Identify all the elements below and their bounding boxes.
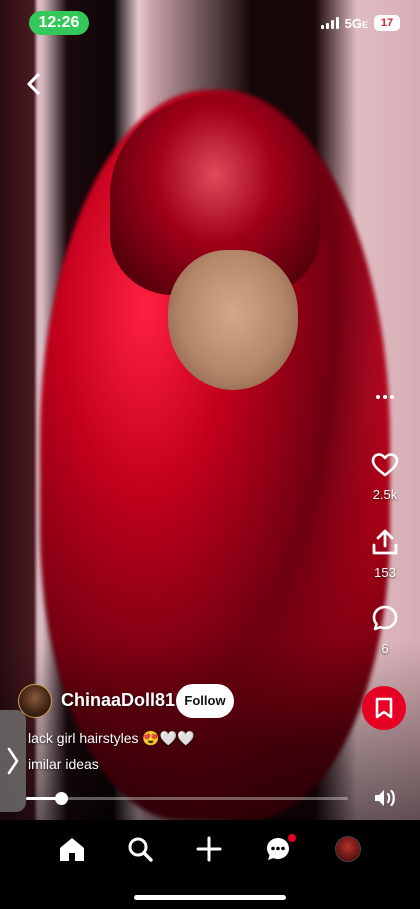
similar-ideas-link[interactable]: imilar ideas	[28, 756, 99, 772]
nav-home[interactable]	[52, 834, 92, 864]
pin-caption[interactable]: lack girl hairstyles 😍🤍🤍	[28, 730, 195, 747]
heart-icon	[371, 453, 399, 477]
side-drawer-handle[interactable]	[0, 710, 26, 812]
status-time: 12:26	[29, 11, 89, 35]
follow-button[interactable]: Follow	[176, 684, 234, 718]
share-button[interactable]: 153	[360, 528, 410, 580]
like-button[interactable]: 2.5k	[360, 452, 410, 502]
nav-profile[interactable]	[328, 834, 368, 864]
status-indicators: 5GE 17	[320, 15, 400, 31]
network-type: 5GE	[344, 15, 368, 31]
save-button[interactable]	[362, 686, 406, 730]
search-icon	[128, 837, 153, 862]
shares-count: 153	[374, 565, 396, 580]
nav-create[interactable]	[189, 834, 229, 864]
comment-icon	[372, 605, 398, 631]
more-options-button[interactable]	[370, 387, 400, 407]
bookmark-icon	[375, 697, 393, 719]
signal-icon	[320, 17, 339, 29]
home-indicator	[134, 895, 286, 900]
home-icon	[60, 838, 84, 861]
more-horizontal-icon	[376, 395, 380, 399]
profile-avatar	[335, 836, 361, 862]
mannequin-face	[168, 250, 298, 390]
comments-count: 6	[381, 641, 389, 656]
chevron-right-icon	[7, 747, 19, 775]
plus-icon	[196, 836, 222, 862]
volume-icon	[375, 789, 395, 807]
likes-count: 2.5k	[372, 487, 398, 502]
chevron-left-icon	[27, 73, 40, 95]
back-button[interactable]	[20, 70, 48, 98]
creator-name[interactable]: ChinaaDoll81	[61, 690, 175, 711]
notification-dot	[288, 834, 296, 842]
share-icon	[372, 529, 398, 555]
status-bar: 12:26 5GE 17	[0, 0, 420, 46]
volume-button[interactable]	[372, 786, 398, 810]
battery-indicator: 17	[374, 15, 400, 31]
video-progress-bar[interactable]	[26, 792, 348, 805]
nav-messages[interactable]	[258, 834, 298, 864]
comment-button[interactable]: 6	[360, 604, 410, 656]
nav-search[interactable]	[120, 834, 160, 864]
